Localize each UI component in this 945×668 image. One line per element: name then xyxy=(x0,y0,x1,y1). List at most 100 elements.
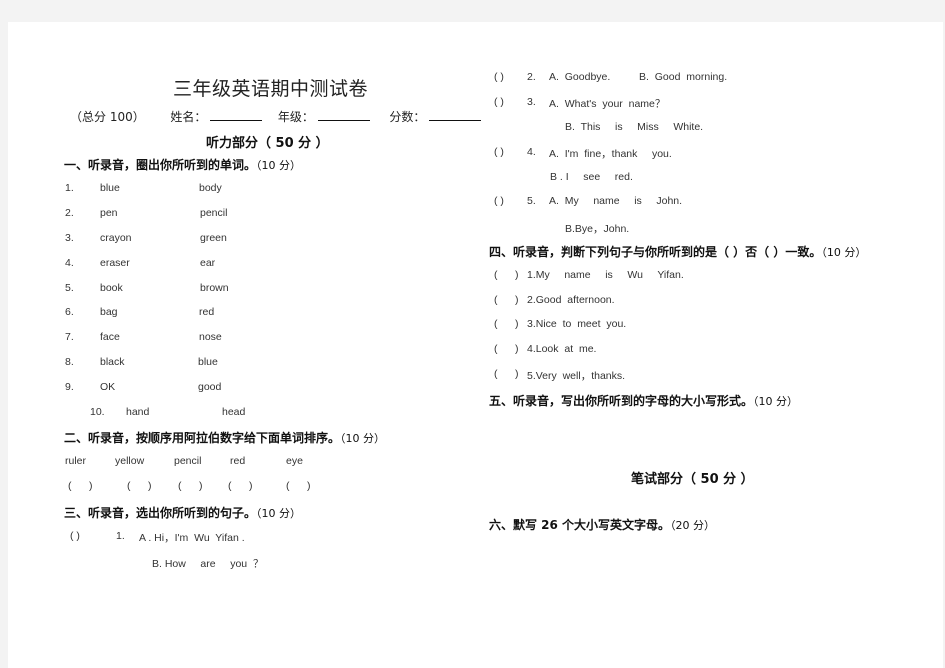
word-option-a[interactable]: OK xyxy=(100,381,115,393)
option-a: A. I'm fine，thank you. xyxy=(549,148,672,160)
word-option-a[interactable]: face xyxy=(100,331,120,343)
word-option-a[interactable]: eraser xyxy=(100,257,130,269)
score-label: 分数： xyxy=(389,110,426,124)
sentence-text: 3.Nice to meet you. xyxy=(527,318,627,330)
word-option-b[interactable]: ear xyxy=(200,257,215,269)
exam-page: 三年级英语期中测试卷 （总分 100） 姓名： 年级： 分数： 听力部分（ 50… xyxy=(8,22,943,668)
answer-blank[interactable]: ( ) xyxy=(494,294,519,306)
exam-title: 三年级英语期中测试卷 xyxy=(173,78,369,100)
word-option-b[interactable]: green xyxy=(200,232,227,244)
grade-blank[interactable] xyxy=(317,108,370,121)
answer-blank[interactable]: ( ) xyxy=(494,146,504,158)
word-option-b[interactable]: head xyxy=(222,406,245,418)
section-1-title: 一、听录音，圈出你所听到的单词。 xyxy=(64,158,257,172)
section-6-points: （20 分） xyxy=(670,519,716,532)
word-to-order: pencil xyxy=(174,455,202,467)
order-number-blank[interactable]: ( ) xyxy=(228,480,253,492)
question-number: 1. xyxy=(116,530,125,542)
item-number: 1. xyxy=(65,182,74,194)
question-number: 2. xyxy=(527,71,536,83)
item-number: 4. xyxy=(65,257,74,269)
answer-blank[interactable]: ( ) xyxy=(494,269,519,281)
section-3-points: （10 分） xyxy=(256,507,302,520)
word-option-b[interactable]: body xyxy=(199,182,222,194)
sentence-text: 5.Very well，thanks. xyxy=(527,370,626,382)
item-number: 2. xyxy=(65,207,74,219)
option-a: A. My name is John. xyxy=(549,195,683,207)
word-option-b[interactable]: pencil xyxy=(200,207,227,219)
sentence-text: 4.Look at me. xyxy=(527,343,597,355)
section-2-heading: 二、听录音，按顺序用阿拉伯数字给下面单词排序。（10 分） xyxy=(64,429,385,446)
item-number: 8. xyxy=(65,356,74,368)
order-number-blank[interactable]: ( ) xyxy=(127,480,152,492)
answer-blank[interactable]: ( ) xyxy=(494,343,519,355)
question-number: 5. xyxy=(527,195,536,207)
question-number: 4. xyxy=(527,146,536,158)
name-blank[interactable] xyxy=(210,108,263,121)
order-number-blank[interactable]: ( ) xyxy=(68,480,93,492)
word-option-b[interactable]: brown xyxy=(200,282,229,294)
sentence-text: 2.Good afternoon. xyxy=(527,294,615,306)
grade-label: 年级： xyxy=(277,110,314,124)
order-number-blank[interactable]: ( ) xyxy=(178,480,203,492)
listening-part-heading: 听力部分（ 50 分 ） xyxy=(206,136,329,151)
answer-blank[interactable]: ( ) xyxy=(494,96,504,108)
option-b: B. Good morning. xyxy=(639,71,728,83)
writing-part-heading: 笔试部分（ 50 分 ） xyxy=(631,472,754,487)
option-a: A . Hi，I'm Wu Yifan . xyxy=(139,532,245,544)
word-option-b[interactable]: good xyxy=(198,381,221,393)
item-number: 6. xyxy=(65,306,74,318)
score-blank[interactable] xyxy=(429,108,482,121)
option-b: B . I see red. xyxy=(550,171,633,183)
option-b: B.Bye，John. xyxy=(565,223,630,235)
word-option-a[interactable]: hand xyxy=(126,406,149,418)
section-5-title: 五、听录音，写出你所听到的字母的大小写形式。 xyxy=(489,394,754,408)
section-1-heading: 一、听录音，圈出你所听到的单词。（10 分） xyxy=(64,156,301,173)
item-number: 5. xyxy=(65,282,74,294)
section-2-points: （10 分） xyxy=(340,432,386,445)
question-number: 3. xyxy=(527,96,536,108)
answer-blank[interactable]: ( ) xyxy=(494,318,519,330)
item-number: 9. xyxy=(65,381,74,393)
section-4-points: （10 分） xyxy=(821,246,867,259)
option-b: B. This is Miss White. xyxy=(565,121,704,133)
word-to-order: red xyxy=(230,455,246,467)
section-1-points: （10 分） xyxy=(256,159,302,172)
exam-meta-row: （总分 100） 姓名： 年级： 分数： xyxy=(70,108,482,125)
section-4-title: 四、听录音，判断下列句子与你所听到的是（ ）否（ ）一致。 xyxy=(489,245,822,259)
word-option-a[interactable]: pen xyxy=(100,207,118,219)
option-b: B. How are you ？ xyxy=(152,558,264,570)
word-option-a[interactable]: black xyxy=(100,356,125,368)
item-number: 7. xyxy=(65,331,74,343)
word-option-a[interactable]: book xyxy=(100,282,123,294)
word-option-a[interactable]: bag xyxy=(100,306,118,318)
section-3-title: 三、听录音，选出你所听到的句子。 xyxy=(64,506,257,520)
answer-blank[interactable]: ( ) xyxy=(494,368,519,380)
word-to-order: yellow xyxy=(115,455,145,467)
total-score-label: （总分 100） xyxy=(70,110,145,124)
answer-blank[interactable]: ( ) xyxy=(494,195,504,207)
section-3-heading: 三、听录音，选出你所听到的句子。（10 分） xyxy=(64,504,301,521)
word-option-a[interactable]: blue xyxy=(100,182,120,194)
order-number-blank[interactable]: ( ) xyxy=(286,480,311,492)
item-number: 3. xyxy=(65,232,74,244)
word-option-b[interactable]: nose xyxy=(199,331,222,343)
word-to-order: ruler xyxy=(65,455,87,467)
sentence-text: 1.My name is Wu Yifan. xyxy=(527,269,684,281)
section-5-heading: 五、听录音，写出你所听到的字母的大小写形式。（10 分） xyxy=(489,392,798,409)
option-a: A. Goodbye. xyxy=(549,71,611,83)
answer-blank[interactable]: ( ) xyxy=(494,71,504,83)
option-a: A. What's your name？ xyxy=(549,98,666,110)
answer-blank[interactable]: ( ) xyxy=(70,530,80,542)
word-option-b[interactable]: red xyxy=(199,306,214,318)
word-option-a[interactable]: crayon xyxy=(100,232,132,244)
word-option-b[interactable]: blue xyxy=(198,356,218,368)
section-4-heading: 四、听录音，判断下列句子与你所听到的是（ ）否（ ）一致。（10 分） xyxy=(489,243,866,260)
section-6-heading: 六、默写 26 个大小写英文字母。（20 分） xyxy=(489,516,715,533)
section-2-title: 二、听录音，按顺序用阿拉伯数字给下面单词排序。 xyxy=(64,431,341,445)
section-6-title: 六、默写 26 个大小写英文字母。 xyxy=(489,518,671,532)
name-label: 姓名： xyxy=(170,110,207,124)
section-5-points: （10 分） xyxy=(753,395,799,408)
item-number: 10. xyxy=(90,406,105,418)
word-to-order: eye xyxy=(286,455,303,467)
